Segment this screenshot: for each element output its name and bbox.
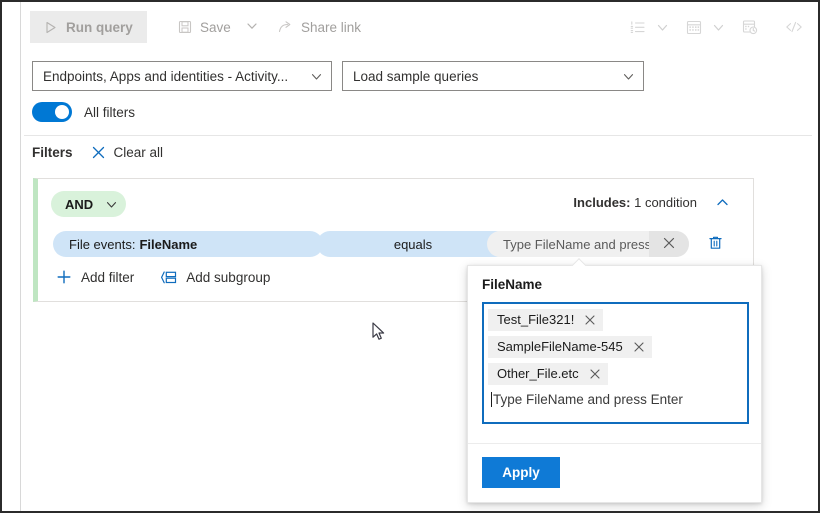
calendar-icon[interactable] <box>680 13 708 41</box>
logical-operator-pill[interactable]: AND <box>51 191 127 217</box>
command-toolbar: Run query Save Share link <box>23 4 816 52</box>
clear-all-label: Clear all <box>113 145 164 160</box>
query-builder-window: Run query Save Share link Endpoints, App… <box>0 0 820 513</box>
filter-group-header: AND Includes: 1 condition <box>51 191 741 217</box>
includes-summary-count: 1 condition <box>630 195 697 210</box>
share-arrow-icon <box>278 20 293 34</box>
filter-condition-row: File events: FileName equals Type FileNam… <box>53 231 743 259</box>
text-caret <box>491 392 492 407</box>
add-filter-label: Add filter <box>81 269 135 285</box>
tag-chip[interactable]: Test_File321! <box>488 309 604 331</box>
left-rail-divider <box>20 2 21 511</box>
floppy-save-icon <box>178 20 192 34</box>
tag-entry-line[interactable]: Type FileName and press Enter <box>491 392 747 407</box>
all-filters-toggle[interactable] <box>32 102 72 122</box>
toggle-knob <box>55 105 69 119</box>
all-filters-row: All filters <box>32 102 135 122</box>
section-divider <box>24 135 812 136</box>
filename-tag-input[interactable]: Test_File321! SampleFileName-545 Other_F… <box>482 302 749 424</box>
chevron-down-icon <box>622 70 635 83</box>
condition-value-clear-button[interactable] <box>649 231 689 257</box>
filters-header: Filters Clear all <box>32 145 163 160</box>
filters-title: Filters <box>32 145 73 160</box>
condition-operator-label: equals <box>393 236 433 252</box>
condition-value-placeholder: Type FileName and press ... <box>503 236 649 252</box>
save-label: Save <box>200 19 231 35</box>
collapse-group-button[interactable] <box>711 193 733 215</box>
play-triangle-icon <box>44 21 57 34</box>
condition-field-prefix: File events: <box>69 236 136 252</box>
close-x-icon[interactable] <box>584 363 606 385</box>
tag-chip[interactable]: SampleFileName-545 <box>488 336 652 358</box>
close-x-icon[interactable] <box>579 309 601 331</box>
filter-group-actions: Add filter Add subgroup <box>56 269 270 285</box>
filename-value-popup: FileName Test_File321! SampleFileName-54… <box>467 265 762 503</box>
add-subgroup-label: Add subgroup <box>186 269 271 285</box>
delete-condition-button[interactable] <box>703 232 727 256</box>
clear-all-button[interactable]: Clear all <box>91 145 164 160</box>
save-caret-button[interactable] <box>242 11 262 43</box>
chevron-down-icon <box>246 20 258 35</box>
calendar-chevron-down-icon[interactable] <box>708 13 728 41</box>
mouse-pointer-icon <box>372 322 386 342</box>
sample-queries-select[interactable]: Load sample queries <box>342 61 644 91</box>
numbered-list-icon[interactable] <box>624 13 652 41</box>
tag-input-placeholder: Type FileName and press Enter <box>493 392 683 407</box>
trash-bin-icon <box>708 235 723 254</box>
chevron-down-icon <box>105 198 118 211</box>
add-filter-button[interactable]: Add filter <box>56 269 134 285</box>
add-subgroup-button[interactable]: Add subgroup <box>160 270 270 285</box>
calendar-clock-icon[interactable] <box>736 13 764 41</box>
save-button[interactable]: Save <box>168 11 241 43</box>
apply-button[interactable]: Apply <box>482 457 560 488</box>
condition-value-pill[interactable]: Type FileName and press ... <box>487 231 689 257</box>
plus-icon <box>56 269 72 285</box>
scope-select-value: Endpoints, Apps and identities - Activit… <box>43 68 289 84</box>
chevron-down-icon <box>310 70 323 83</box>
popup-pointer-arrow <box>570 257 588 266</box>
close-x-icon <box>91 145 106 160</box>
logical-operator-label: AND <box>65 196 94 212</box>
code-link-icon[interactable] <box>780 13 808 41</box>
tag-row: Test_File321! <box>488 308 747 335</box>
condition-field-name: FileName <box>139 236 198 252</box>
condition-field-pill[interactable]: File events: FileName <box>53 231 323 257</box>
includes-summary-label: Includes: <box>573 195 631 210</box>
popup-title: FileName <box>482 277 543 292</box>
share-link-label: Share link <box>301 19 362 35</box>
scope-select[interactable]: Endpoints, Apps and identities - Activit… <box>32 61 332 91</box>
includes-summary: Includes: 1 condition <box>573 195 697 210</box>
run-query-button[interactable]: Run query <box>30 11 147 43</box>
chevron-up-icon <box>715 195 730 213</box>
condition-operator-pill[interactable]: equals <box>317 231 509 257</box>
popup-footer-divider <box>468 443 761 444</box>
share-link-button[interactable]: Share link <box>268 11 371 43</box>
close-x-icon[interactable] <box>628 336 650 358</box>
tag-chip[interactable]: Other_File.etc <box>488 363 608 385</box>
subgroup-icon <box>160 270 177 285</box>
list-chevron-down-icon[interactable] <box>652 13 672 41</box>
sample-queries-value: Load sample queries <box>353 68 479 84</box>
all-filters-label: All filters <box>84 104 136 120</box>
close-x-icon <box>662 236 676 253</box>
run-query-label: Run query <box>66 19 133 35</box>
tag-row: SampleFileName-545 <box>488 335 747 362</box>
tag-row: Other_File.etc <box>488 362 747 389</box>
